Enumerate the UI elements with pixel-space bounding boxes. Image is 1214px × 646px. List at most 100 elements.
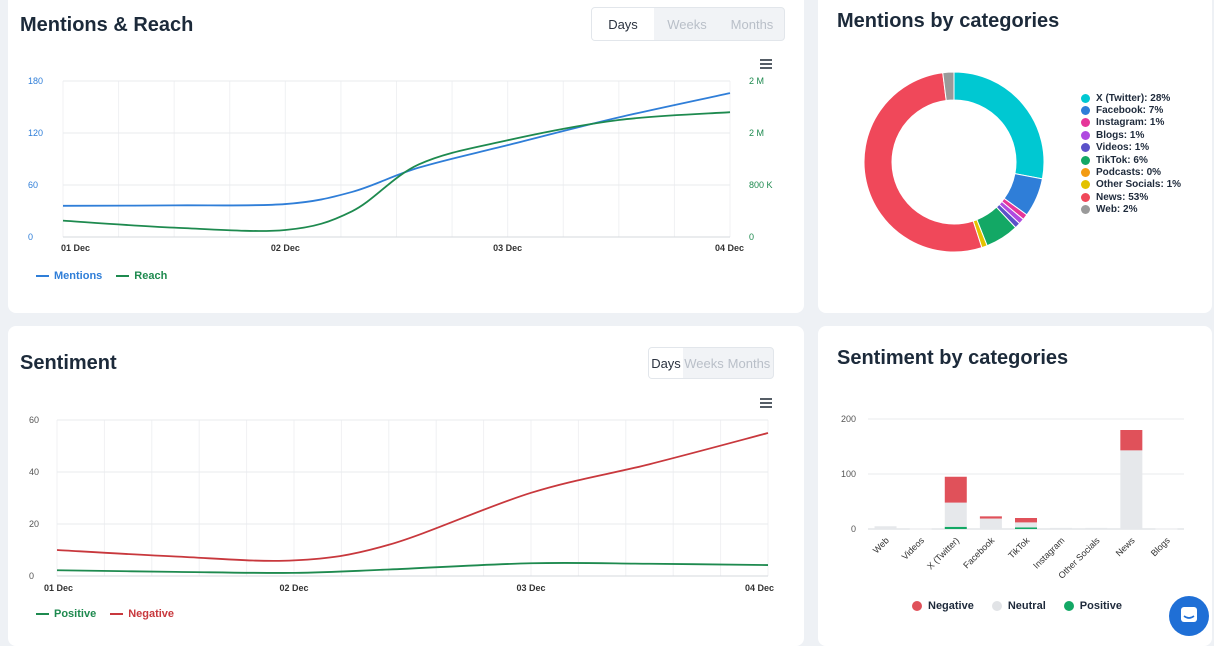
- bar-negative-facebook: [979, 516, 1002, 519]
- y-tick-label: 20: [29, 519, 39, 529]
- legend-item-podcasts[interactable]: Podcasts: 0%: [1081, 166, 1181, 178]
- series-line-positive: [56, 561, 769, 574]
- range-weeks-button[interactable]: Weeks: [683, 348, 725, 378]
- legend-item-facebook[interactable]: Facebook: 7%: [1081, 104, 1181, 116]
- bar-negative-tiktok: [1015, 518, 1037, 523]
- legend-dot-icon: [1063, 601, 1074, 611]
- bar-positive-tiktok: [1015, 527, 1037, 529]
- legend-line-icon: [110, 613, 124, 615]
- bar-neutral-videos: [909, 528, 932, 530]
- x-tick-label: X (Twitter): [925, 535, 961, 571]
- legend-item-web[interactable]: Web: 2%: [1081, 204, 1181, 216]
- legend-item-blogs[interactable]: Blogs: 1%: [1081, 129, 1181, 141]
- sentiment-legend: Positive Negative: [36, 608, 188, 620]
- y-tick-label-right: 0: [749, 232, 754, 242]
- bar-negative-x-twitter: [944, 476, 967, 503]
- range-months-button[interactable]: Months: [725, 348, 773, 378]
- legend-item-negative[interactable]: Negative: [110, 608, 174, 620]
- mentions-reach-title: Mentions & Reach: [20, 14, 194, 36]
- legend-label: Mentions: [54, 270, 103, 282]
- legend-label: Podcasts: 0%: [1096, 167, 1162, 179]
- x-tick-label: 04 Dec: [715, 243, 744, 253]
- chart-menu-icon[interactable]: [760, 398, 772, 408]
- range-days-button[interactable]: Days: [592, 8, 654, 40]
- x-tick-label: TikTok: [1006, 535, 1032, 561]
- legend-dot-icon: [1081, 205, 1090, 215]
- legend-dot-icon: [1081, 118, 1090, 128]
- range-months-button[interactable]: Months: [720, 8, 784, 40]
- bar-neutral-web: [874, 526, 897, 529]
- legend-item-neutral[interactable]: Neutral: [991, 600, 1046, 612]
- legend-dot-icon: [1081, 93, 1090, 103]
- donut-slice-x-twitter: [953, 71, 1045, 180]
- sentiment-chart: 0 20 40 60 01 Dec 02 Dec 03 Dec 04 Dec: [29, 415, 774, 593]
- legend-item-videos[interactable]: Videos: 1%: [1081, 142, 1181, 154]
- chart-menu-icon[interactable]: [760, 59, 772, 69]
- sentiment-title: Sentiment: [20, 352, 117, 374]
- legend-label: TikTok: 6%: [1096, 154, 1148, 166]
- legend-label: Reach: [134, 270, 168, 282]
- legend-dot-icon: [991, 601, 1002, 611]
- mentions-categories-title: Mentions by categories: [837, 10, 1060, 32]
- chat-icon: [1181, 607, 1197, 622]
- sentiment-categories-title: Sentiment by categories: [837, 347, 1069, 369]
- legend-label: Other Socials: 1%: [1096, 179, 1182, 191]
- bar-neutral-facebook: [979, 518, 1002, 529]
- chat-support-button[interactable]: [1169, 596, 1209, 636]
- y-tick-label-right: 800 K: [749, 180, 773, 190]
- y-tick-label: 0: [29, 571, 34, 581]
- legend-dot-icon: [1081, 106, 1090, 116]
- bar-neutral-blogs: [1155, 528, 1178, 530]
- y-tick-label: 100: [841, 469, 856, 479]
- legend-label: Facebook: 7%: [1096, 105, 1164, 117]
- y-tick-label: 0: [851, 524, 856, 534]
- x-tick-label: 03 Dec: [516, 583, 545, 593]
- range-weeks-button[interactable]: Weeks: [654, 8, 720, 40]
- x-tick-label: 02 Dec: [279, 583, 308, 593]
- mentions-reach-range-toggle: Days Weeks Months: [591, 7, 785, 41]
- x-tick-label: Facebook: [961, 535, 996, 570]
- legend-line-icon: [36, 275, 49, 277]
- legend-item-instagram[interactable]: Instagram: 1%: [1081, 117, 1181, 129]
- bar-neutral-instagram: [1050, 527, 1073, 529]
- legend-label: News: 53%: [1096, 191, 1149, 203]
- legend-label: Videos: 1%: [1096, 142, 1150, 154]
- legend-item-news[interactable]: News: 53%: [1081, 191, 1181, 203]
- x-tick-label: Instagram: [1031, 535, 1066, 570]
- bar-neutral-news: [1120, 450, 1143, 529]
- mentions-reach-legend: Mentions Reach: [36, 270, 181, 282]
- y-tick-label: 60: [29, 415, 39, 425]
- legend-label: X (Twitter): 28%: [1096, 92, 1171, 104]
- legend-item-positive[interactable]: Positive: [1063, 600, 1122, 612]
- legend-label: Blogs: 1%: [1096, 129, 1145, 141]
- legend-item-positive[interactable]: Positive: [36, 608, 96, 620]
- legend-dot-icon: [912, 601, 922, 611]
- bar-neutral-tiktok: [1015, 522, 1037, 528]
- legend-item-reach[interactable]: Reach: [116, 270, 167, 282]
- y-tick-label-right: 2 M: [749, 76, 764, 86]
- legend-dot-icon: [1081, 192, 1090, 202]
- range-days-button[interactable]: Days: [649, 348, 683, 378]
- legend-line-icon: [116, 275, 130, 277]
- mentions-categories-legend: X (Twitter): 28% Facebook: 7% Instagram: 1…: [1081, 92, 1181, 216]
- legend-item-x-twitter[interactable]: X (Twitter): 28%: [1081, 92, 1181, 104]
- bar-positive-x-twitter: [944, 526, 967, 529]
- mentions-donut-chart: [863, 71, 1045, 253]
- legend-item-mentions[interactable]: Mentions: [36, 270, 102, 282]
- legend-label: Positive: [1079, 600, 1122, 612]
- x-tick-label: 01 Dec: [44, 583, 73, 593]
- sentiment-range-toggle: Days Weeks Months: [648, 347, 774, 379]
- legend-item-other-socials[interactable]: Other Socials: 1%: [1081, 179, 1181, 191]
- y-tick-label-left: 60: [28, 180, 38, 190]
- legend-dot-icon: [1081, 143, 1090, 153]
- legend-dot-icon: [1081, 180, 1090, 190]
- legend-item-tiktok[interactable]: TikTok: 6%: [1081, 154, 1181, 166]
- legend-label: Web: 2%: [1096, 204, 1138, 216]
- x-tick-label: News: [1114, 535, 1137, 558]
- y-tick-label-right: 2 M: [749, 128, 764, 138]
- legend-label: Negative: [928, 600, 974, 612]
- x-tick-label: 01 Dec: [61, 243, 90, 253]
- y-tick-label-left: 0: [28, 232, 33, 242]
- legend-item-negative[interactable]: Negative: [912, 600, 974, 612]
- y-tick-label: 200: [841, 414, 856, 424]
